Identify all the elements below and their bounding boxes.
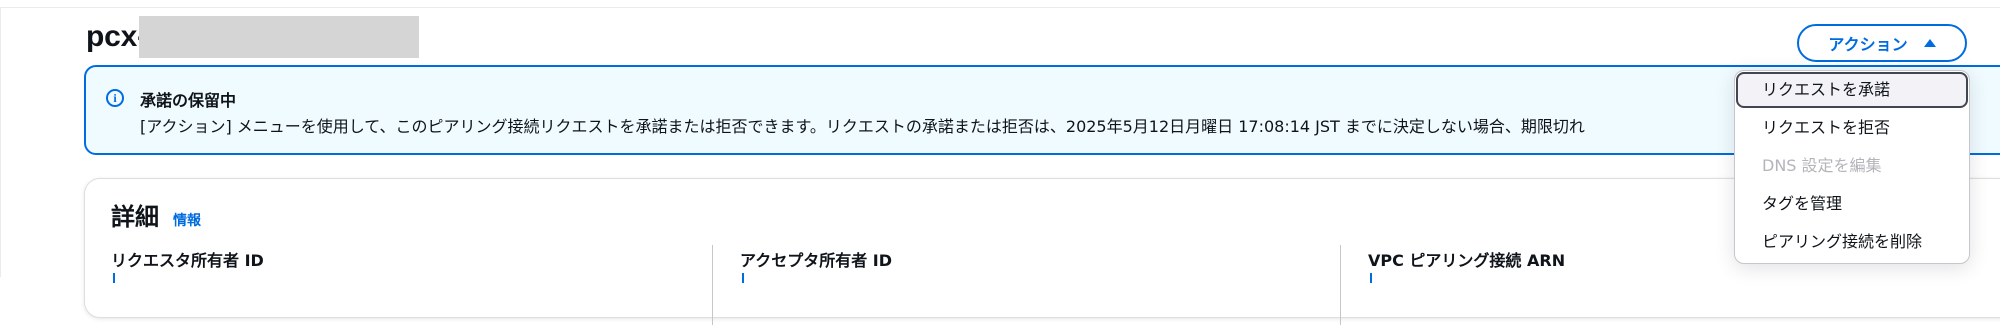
redacted-id-block [138,16,419,58]
alert-body: [アクション] メニューを使用して、このピアリング接続リクエストを承諾または拒否… [140,117,1585,136]
actions-dropdown-menu: リクエストを承諾 リクエストを拒否 DNS 設定を編集 タグを管理 ピアリング接… [1734,70,1970,264]
left-divider [0,8,1,277]
alert-title: 承諾の保留中 [140,91,237,110]
details-panel: 詳細 情報 リクエスタ所有者 ID アクセプタ所有者 ID VPC ピアリング接… [84,178,2000,325]
accepter-owner-id-label: アクセプタ所有者 ID [740,251,893,270]
actions-button[interactable]: アクション [1797,24,1967,62]
menu-item-edit-dns-settings: DNS 設定を編集 [1762,156,1882,175]
requester-owner-id-label: リクエスタ所有者 ID [111,251,264,270]
pending-acceptance-alert: i 承諾の保留中 [アクション] メニューを使用して、このピアリング接続リクエス… [84,65,2000,155]
top-divider [0,7,2000,8]
page-title: pcx- [86,20,147,53]
info-link[interactable]: 情報 [173,210,201,230]
menu-item-manage-tags[interactable]: タグを管理 [1736,186,1968,222]
menu-item-accept-request[interactable]: リクエストを承諾 [1736,72,1968,108]
caret-up-icon [1923,39,1936,47]
vpc-peering-arn-value[interactable] [1370,273,1372,283]
column-divider [1340,245,1341,325]
page-header: pcx- [86,14,419,60]
info-icon: i [106,89,124,107]
vpc-peering-arn-label: VPC ピアリング接続 ARN [1368,251,1566,270]
menu-item-reject-request[interactable]: リクエストを拒否 [1736,110,1968,146]
column-divider [712,245,713,325]
accepter-owner-id-value[interactable] [742,273,744,283]
menu-item-delete-peering-connection[interactable]: ピアリング接続を削除 [1736,224,1968,260]
requester-owner-id-value[interactable] [113,273,115,283]
details-title: 詳細 [111,203,159,231]
actions-button-label: アクション [1828,35,1908,54]
details-heading: 詳細 情報 [111,197,201,232]
